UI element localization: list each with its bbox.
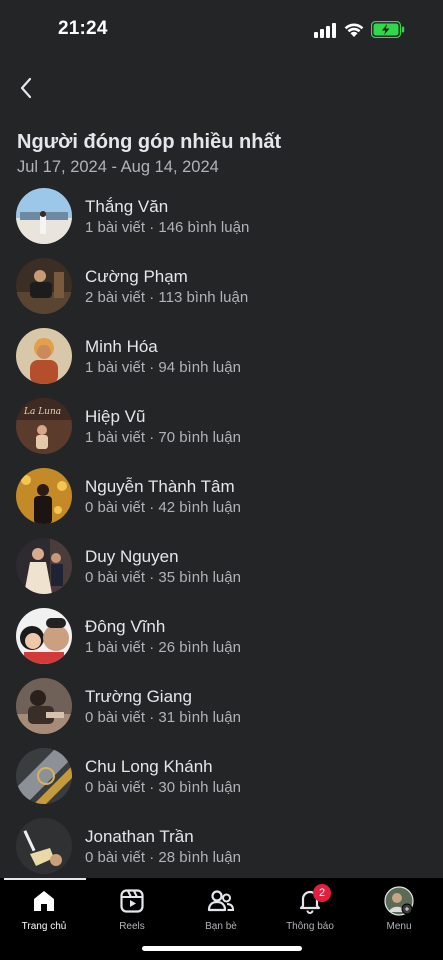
home-indicator (142, 946, 302, 951)
contributor-stats: 0 bài viết · 35 bình luận (85, 569, 241, 586)
contributor-stats: 1 bài viết · 94 bình luận (85, 359, 241, 376)
reels-icon (117, 886, 147, 916)
avatar[interactable] (16, 258, 72, 314)
wifi-icon (344, 23, 364, 37)
contributor-name[interactable]: Nguyễn Thành Tâm (85, 477, 235, 497)
contributor-row[interactable]: Thắng Văn 1 bài viết · 146 bình luận (0, 180, 443, 250)
contributor-name[interactable]: Minh Hóa (85, 337, 158, 357)
contributor-name[interactable]: Trường Giang (85, 687, 192, 707)
tab-menu[interactable]: Menu (355, 886, 443, 936)
friends-icon (206, 886, 236, 916)
home-icon (29, 886, 59, 916)
tab-reels[interactable]: Reels (88, 886, 176, 936)
avatar[interactable] (16, 468, 72, 524)
avatar[interactable] (16, 678, 72, 734)
contributor-row[interactable]: Trường Giang 0 bài viết · 31 bình luận (0, 670, 443, 740)
tab-friends[interactable]: Bạn bè (177, 886, 265, 936)
contributor-row[interactable]: Chu Long Khánh 0 bài viết · 30 bình luận (0, 740, 443, 810)
contributor-stats: 0 bài viết · 30 bình luận (85, 779, 241, 796)
tab-menu-label: Menu (386, 921, 412, 932)
avatar[interactable] (16, 538, 72, 594)
back-arrow-icon (20, 77, 32, 99)
contributor-name[interactable]: Cường Phạm (85, 267, 188, 287)
avatar[interactable] (16, 818, 72, 874)
contributor-stats: 0 bài viết · 31 bình luận (85, 709, 241, 726)
avatar[interactable]: La Luna (16, 398, 72, 454)
bottom-tab-bar: Trang chủ Reels Bạn bè 2 Thông báo Menu (0, 878, 443, 960)
tab-home-label: Trang chủ (21, 921, 67, 932)
avatar[interactable] (16, 608, 72, 664)
status-bar: 21:24 (0, 0, 443, 58)
contributor-row[interactable]: La Luna Hiệp Vũ 1 bài viết · 70 bình luậ… (0, 390, 443, 460)
contributor-stats: 0 bài viết · 42 bình luận (85, 499, 241, 516)
contributor-stats: 1 bài viết · 26 bình luận (85, 639, 241, 656)
contributor-stats: 2 bài viết · 113 bình luận (85, 289, 249, 306)
avatar[interactable] (16, 328, 72, 384)
contributor-stats: 0 bài viết · 28 bình luận (85, 849, 241, 866)
contributor-name[interactable]: Duy Nguyen (85, 547, 179, 567)
active-tab-indicator (4, 878, 86, 880)
contributor-row[interactable]: Nguyễn Thành Tâm 0 bài viết · 42 bình lu… (0, 460, 443, 530)
page-title: Người đóng góp nhiều nhất (17, 131, 282, 153)
notification-badge: 2 (313, 884, 331, 902)
tab-reels-label: Reels (119, 921, 145, 932)
svg-text:La Luna: La Luna (23, 407, 61, 417)
status-time: 21:24 (58, 18, 108, 39)
bell-icon: 2 (295, 884, 331, 916)
avatar[interactable] (16, 188, 72, 244)
contributor-name[interactable]: Chu Long Khánh (85, 757, 213, 777)
profile-avatar-icon (384, 886, 414, 916)
contributor-list: Thắng Văn 1 bài viết · 146 bình luận Cườ… (0, 180, 443, 880)
back-button[interactable] (12, 72, 40, 104)
contributor-name[interactable]: Jonathan Trần (85, 827, 194, 847)
contributor-row[interactable]: Cường Phạm 2 bài viết · 113 bình luận (0, 250, 443, 320)
top-contributors-screen: 21:24 Người đóng góp nhiều nhất Jul 17, … (0, 0, 443, 960)
contributor-row[interactable]: Đông Vĩnh 1 bài viết · 26 bình luận (0, 600, 443, 670)
contributor-row[interactable]: Duy Nguyen 0 bài viết · 35 bình luận (0, 530, 443, 600)
contributor-name[interactable]: Đông Vĩnh (85, 617, 165, 637)
tab-notifications-label: Thông báo (286, 921, 334, 932)
date-range: Jul 17, 2024 - Aug 14, 2024 (17, 158, 219, 176)
tab-home[interactable]: Trang chủ (0, 886, 88, 936)
tab-friends-label: Bạn bè (205, 921, 237, 932)
contributor-name[interactable]: Thắng Văn (85, 197, 168, 217)
contributor-row[interactable]: Minh Hóa 1 bài viết · 94 bình luận (0, 320, 443, 390)
avatar[interactable] (16, 748, 72, 804)
signal-icon (314, 22, 336, 38)
contributor-row[interactable]: Jonathan Trần 0 bài viết · 28 bình luận (0, 810, 443, 880)
contributor-stats: 1 bài viết · 146 bình luận (85, 219, 250, 236)
contributor-name[interactable]: Hiệp Vũ (85, 407, 145, 427)
tab-notifications[interactable]: 2 Thông báo (266, 884, 354, 936)
battery-charging-icon (371, 21, 405, 38)
contributor-stats: 1 bài viết · 70 bình luận (85, 429, 241, 446)
